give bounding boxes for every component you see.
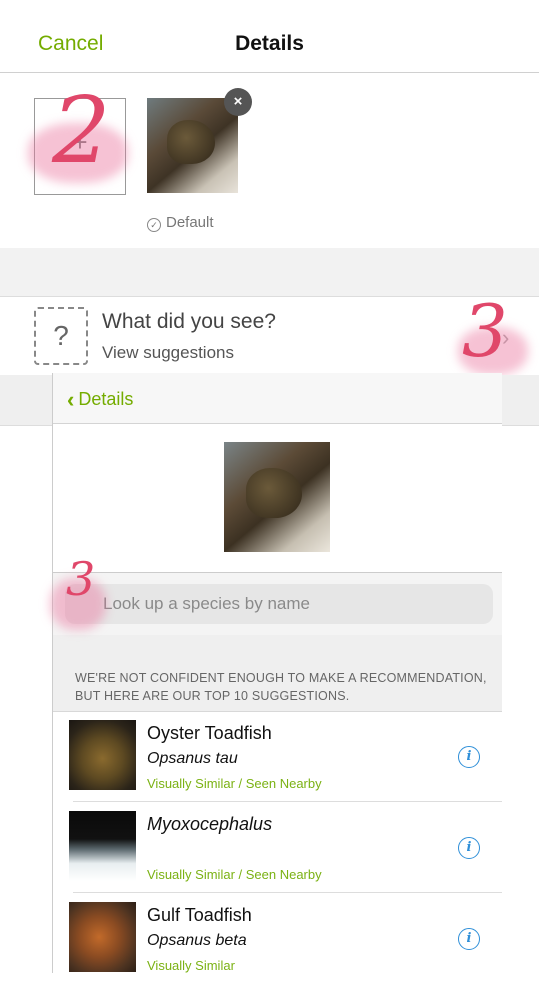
suggestion-tag: Visually Similar (147, 958, 235, 973)
confidence-notice: WE'RE NOT CONFIDENT ENOUGH TO MAKE A REC… (75, 671, 487, 703)
chevron-left-icon: ‹ (67, 387, 75, 412)
annotation-number: 3 (66, 552, 96, 606)
species-scientific-name: Opsanus tau (147, 750, 238, 767)
species-photo (69, 811, 136, 881)
nav-bar: Cancel Details (0, 0, 539, 73)
divider (73, 892, 502, 893)
page-title: Details (235, 32, 304, 55)
suggestions-panel: ‹Details ⌕ WE'RE NOT CONFIDENT ENOUGH TO… (52, 373, 502, 984)
info-icon[interactable]: i (458, 837, 480, 859)
observation-photo-preview (224, 442, 330, 552)
photo-subject (167, 120, 215, 164)
annotation-number: 2 (52, 77, 111, 184)
species-search-input[interactable] (65, 584, 493, 624)
suggestion-photo-area (53, 424, 502, 573)
info-icon[interactable]: i (458, 928, 480, 950)
identify-title: What did you see? (102, 310, 276, 333)
suggestion-tag: Visually Similar / Seen Nearby (147, 776, 322, 791)
suggestion-row[interactable]: Gulf Toadfish Opsanus beta Visually Simi… (53, 894, 502, 984)
suggestion-row[interactable]: Myoxocephalus Visually Similar / Seen Ne… (53, 803, 502, 893)
suggestion-notice-area: WE'RE NOT CONFIDENT ENOUGH TO MAKE A REC… (53, 635, 502, 712)
section-divider (0, 248, 539, 297)
what-did-you-see-row[interactable]: ? What did you see? View suggestions › 3 (0, 289, 539, 375)
divider (73, 801, 502, 802)
suggestions-nav-bar: ‹ Details (53, 373, 502, 424)
annotation-number: 3 (462, 289, 508, 373)
species-scientific-name: Opsanus beta (147, 932, 247, 949)
species-common-name: Gulf Toadfish (147, 905, 252, 925)
species-photo (69, 902, 136, 972)
suggestion-tag: Visually Similar / Seen Nearby (147, 867, 322, 882)
search-bar: ⌕ (53, 573, 502, 635)
species-scientific-name: Myoxocephalus (147, 814, 273, 834)
remove-photo-button[interactable]: × (224, 88, 252, 116)
view-suggestions-link[interactable]: View suggestions (102, 343, 234, 363)
check-circle-icon: ✓ (147, 218, 161, 232)
suggestion-row[interactable]: Oyster Toadfish Opsanus tau Visually Sim… (53, 712, 502, 802)
info-icon[interactable]: i (458, 746, 480, 768)
question-mark-icon: ? (34, 307, 88, 365)
photo-section: + 2 × ✓ Default (0, 73, 539, 249)
default-photo-label: ✓ Default (147, 214, 214, 232)
species-common-name: Oyster Toadfish (147, 723, 272, 743)
photo-subject (246, 468, 302, 518)
species-photo (69, 720, 136, 790)
back-button[interactable]: ‹ Details (67, 387, 133, 413)
observation-photo[interactable] (147, 98, 238, 193)
